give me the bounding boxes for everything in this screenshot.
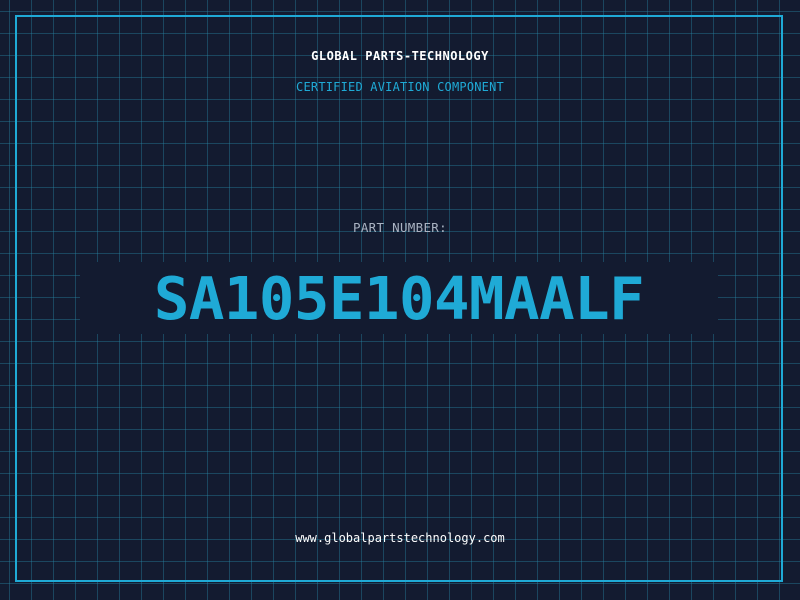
part-card: GLOBAL PARTS-TECHNOLOGY CERTIFIED AVIATI… <box>0 0 800 600</box>
website-url: www.globalpartstechnology.com <box>295 531 505 545</box>
company-name: GLOBAL PARTS-TECHNOLOGY <box>311 49 489 63</box>
certification-subtitle: CERTIFIED AVIATION COMPONENT <box>296 80 504 94</box>
part-number-value: SA105E104MAALF <box>153 263 645 333</box>
part-number-label: PART NUMBER: <box>353 220 447 235</box>
